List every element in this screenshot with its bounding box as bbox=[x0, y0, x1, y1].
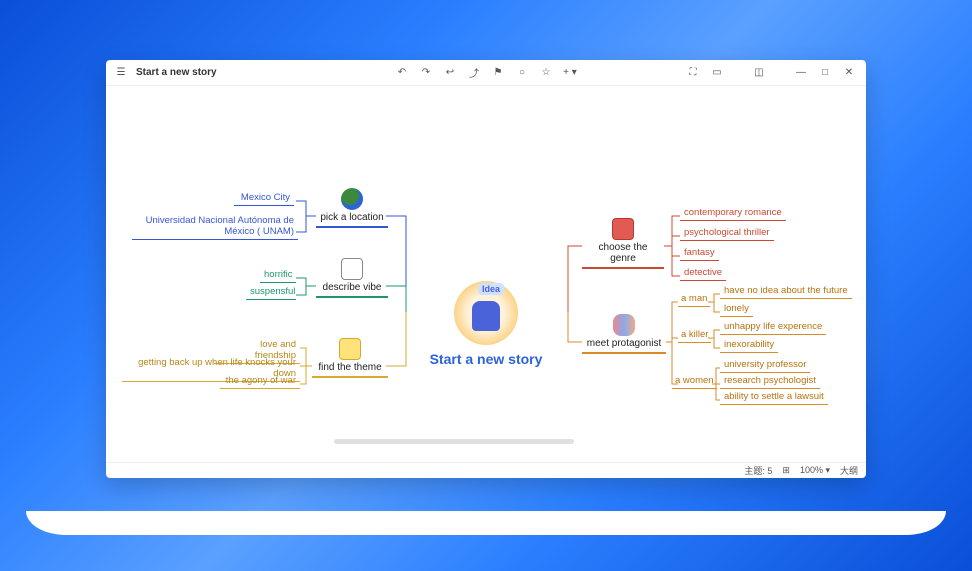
redo-button[interactable]: ⤴ bbox=[467, 66, 481, 80]
leaf-vibe-0[interactable]: horrific bbox=[260, 268, 296, 283]
group-killer[interactable]: a killer bbox=[678, 328, 711, 343]
connector-lines bbox=[106, 86, 866, 462]
outline-button[interactable]: 大纲 bbox=[840, 464, 858, 477]
add-button[interactable]: + ▾ bbox=[563, 66, 577, 80]
focus-icon[interactable]: ⛶ bbox=[686, 66, 700, 80]
titlebar: ☰ Start a new story ↶ ↷ ↩ ⤴ ⚑ ○ ☆ + ▾ ⛶ … bbox=[106, 60, 866, 86]
leaf-man-1[interactable]: lonely bbox=[720, 302, 753, 317]
present-icon[interactable]: ▭ bbox=[710, 66, 724, 80]
central-title: Start a new story bbox=[401, 351, 571, 367]
app-window: ☰ Start a new story ↶ ↷ ↩ ⤴ ⚑ ○ ☆ + ▾ ⛶ … bbox=[106, 60, 866, 478]
idea-icon bbox=[454, 281, 518, 345]
horizontal-scrollbar[interactable] bbox=[334, 439, 574, 444]
topic-label: find the theme bbox=[318, 362, 381, 373]
notebook-icon bbox=[612, 218, 634, 240]
topic-theme[interactable]: find the theme bbox=[312, 336, 388, 378]
leaf-women-1[interactable]: research psychologist bbox=[720, 374, 820, 389]
topic-label: meet protagonist bbox=[587, 338, 662, 349]
toolbar-center: ↶ ↷ ↩ ⤴ ⚑ ○ ☆ + ▾ bbox=[395, 66, 577, 80]
toolbar-right: ⛶ ▭ ◫ — □ ✕ bbox=[686, 66, 856, 80]
maximize-button[interactable]: □ bbox=[818, 66, 832, 80]
mindmap-canvas[interactable]: Start a new story pick a location Mexico… bbox=[106, 86, 866, 462]
leaf-genre-1[interactable]: psychological thriller bbox=[680, 226, 774, 241]
leaf-genre-3[interactable]: detective bbox=[680, 266, 726, 281]
note-icon bbox=[339, 338, 361, 360]
leaf-theme-2[interactable]: the agony of war bbox=[220, 374, 300, 389]
menu-icon[interactable]: ☰ bbox=[114, 66, 128, 80]
topic-label: describe vibe bbox=[323, 282, 382, 293]
flag-button[interactable]: ⚑ bbox=[491, 66, 505, 80]
map-view-icon[interactable]: ⊞ bbox=[782, 465, 790, 476]
topic-location[interactable]: pick a location bbox=[316, 186, 388, 228]
document-title: Start a new story bbox=[136, 67, 217, 78]
topic-vibe[interactable]: describe vibe bbox=[316, 256, 388, 298]
leaf-women-0[interactable]: university professor bbox=[720, 358, 810, 373]
topic-protagonist[interactable]: meet protagonist bbox=[582, 312, 666, 354]
leaf-killer-0[interactable]: unhappy life experence bbox=[720, 320, 826, 335]
group-women[interactable]: a women bbox=[672, 374, 717, 389]
people-icon bbox=[613, 314, 635, 336]
leaf-genre-0[interactable]: contemporary romance bbox=[680, 206, 786, 221]
topic-genre[interactable]: choose the genre bbox=[582, 216, 664, 269]
zoom-level[interactable]: 100% ▾ bbox=[800, 465, 830, 476]
forward-button[interactable]: ↷ bbox=[419, 66, 433, 80]
circle-button[interactable]: ○ bbox=[515, 66, 529, 80]
central-topic[interactable]: Start a new story bbox=[401, 281, 571, 367]
globe-icon bbox=[341, 188, 363, 210]
topic-label: choose the genre bbox=[599, 242, 648, 264]
leaf-killer-1[interactable]: inexorability bbox=[720, 338, 778, 353]
leaf-genre-2[interactable]: fantasy bbox=[680, 246, 719, 261]
star-button[interactable]: ☆ bbox=[539, 66, 553, 80]
minimize-button[interactable]: — bbox=[794, 66, 808, 80]
panel-icon[interactable]: ◫ bbox=[752, 66, 766, 80]
leaf-vibe-1[interactable]: suspensful bbox=[246, 285, 296, 300]
back-button[interactable]: ↶ bbox=[395, 66, 409, 80]
leaf-women-2[interactable]: ability to settle a lawsuit bbox=[720, 390, 828, 405]
undo-button[interactable]: ↩ bbox=[443, 66, 457, 80]
book-icon bbox=[341, 258, 363, 280]
leaf-location-0[interactable]: Mexico City bbox=[234, 191, 294, 206]
leaf-man-0[interactable]: have no idea about the future bbox=[720, 284, 852, 299]
laptop-base bbox=[26, 511, 946, 535]
close-button[interactable]: ✕ bbox=[842, 66, 856, 80]
group-man[interactable]: a man bbox=[678, 292, 710, 307]
statusbar: 主题: 5 ⊞ 100% ▾ 大纲 bbox=[106, 462, 866, 478]
topic-label: pick a location bbox=[320, 212, 383, 223]
leaf-location-1[interactable]: Universidad Nacional Autónoma de México … bbox=[132, 214, 298, 240]
topic-count: 主题: 5 bbox=[744, 464, 772, 477]
